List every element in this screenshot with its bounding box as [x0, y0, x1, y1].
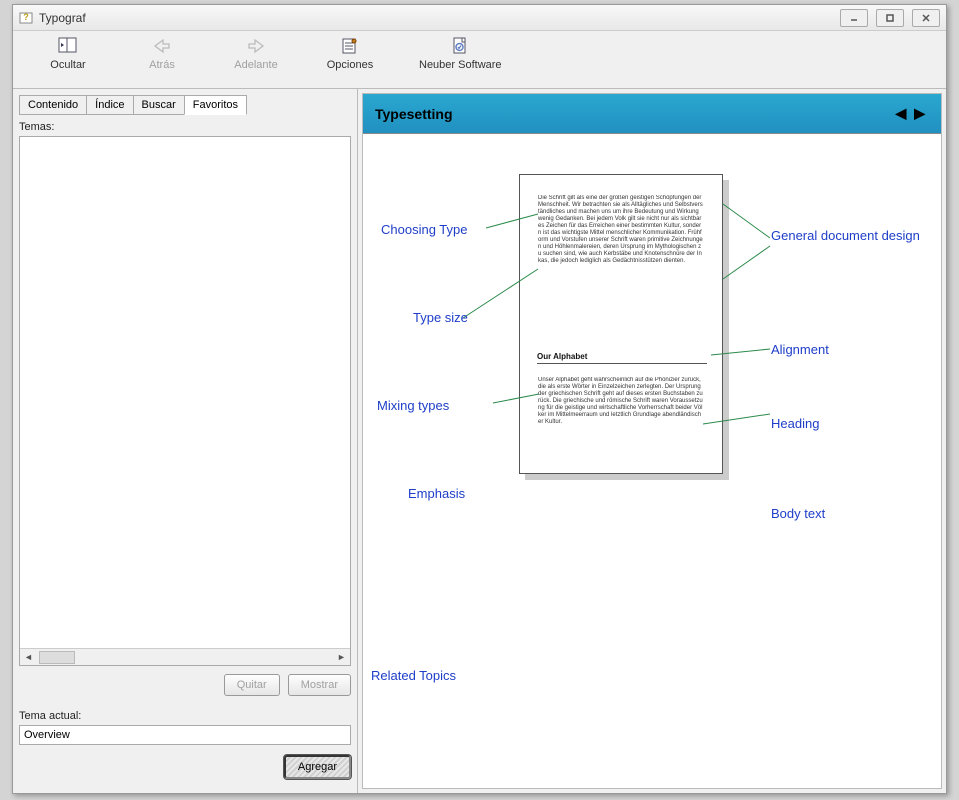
scroll-thumb[interactable]: [39, 651, 75, 664]
svg-text:?: ?: [23, 12, 29, 22]
nav-pane: Contenido Índice Buscar Favoritos Temas:…: [13, 89, 358, 793]
callout-choosing-type[interactable]: Choosing Type: [381, 222, 468, 237]
app-window: ? Typograf Ocultar: [12, 4, 947, 794]
back-button[interactable]: Atrás: [137, 35, 187, 71]
callout-type-size[interactable]: Type size: [413, 310, 468, 325]
page-preview: Die Schrift gilt als eine der großen gei…: [519, 174, 723, 474]
preview-subheading: Our Alphabet: [537, 352, 707, 361]
back-label: Atrás: [149, 59, 175, 71]
close-icon: [921, 13, 931, 23]
forward-arrow-icon: [245, 35, 267, 57]
callout-alignment[interactable]: Alignment: [771, 342, 829, 357]
next-page-arrow[interactable]: ▶: [910, 105, 929, 122]
close-button[interactable]: [912, 9, 940, 27]
body-split: Contenido Índice Buscar Favoritos Temas:…: [13, 89, 946, 793]
tab-search[interactable]: Buscar: [133, 95, 185, 115]
topics-listbox[interactable]: ◄ ►: [19, 136, 351, 666]
hide-nav-button[interactable]: Ocultar: [43, 35, 93, 71]
favorites-panel: Temas: ◄ ► Quitar Mostrar Tema actual:: [19, 115, 351, 787]
window-title: Typograf: [39, 11, 840, 25]
add-button[interactable]: Agregar: [284, 755, 351, 779]
titlebar: ? Typograf: [13, 5, 946, 31]
callout-general-design[interactable]: General document design: [771, 228, 921, 243]
tab-favorites[interactable]: Favoritos: [184, 95, 247, 115]
current-topic-input[interactable]: [19, 725, 351, 745]
minimize-button[interactable]: [840, 9, 868, 27]
horizontal-scrollbar[interactable]: ◄ ►: [20, 648, 350, 665]
callout-body-text[interactable]: Body text: [771, 506, 825, 521]
options-button[interactable]: Opciones: [325, 35, 375, 71]
vendor-label: Neuber Software: [419, 59, 502, 71]
options-label: Opciones: [327, 59, 373, 71]
diagram: Die Schrift gilt als eine der großen gei…: [363, 134, 941, 788]
maximize-icon: [885, 13, 895, 23]
help-icon: ?: [19, 10, 35, 26]
hide-icon: [57, 35, 79, 57]
content-body: Die Schrift gilt als eine der großen gei…: [363, 134, 941, 788]
options-icon: [339, 35, 361, 57]
callout-heading[interactable]: Heading: [771, 416, 819, 431]
maximize-button[interactable]: [876, 9, 904, 27]
scroll-right-arrow[interactable]: ►: [333, 652, 350, 662]
vendor-button[interactable]: Neuber Software: [419, 35, 502, 71]
hide-label: Ocultar: [50, 59, 85, 71]
tab-index[interactable]: Índice: [86, 95, 133, 115]
preview-para-2: Unser Alphabet geht wahrscheinlich auf d…: [538, 377, 704, 426]
scroll-left-arrow[interactable]: ◄: [20, 652, 37, 662]
preview-para-1: Die Schrift gilt als eine der großen gei…: [538, 195, 704, 265]
display-button[interactable]: Mostrar: [288, 674, 351, 696]
topics-label: Temas:: [19, 121, 351, 133]
document-icon: [449, 35, 471, 57]
callout-emphasis[interactable]: Emphasis: [408, 486, 465, 501]
page-title: Typesetting: [375, 106, 453, 122]
prev-page-arrow[interactable]: ◀: [891, 105, 910, 122]
minimize-icon: [849, 13, 859, 23]
forward-label: Adelante: [234, 59, 277, 71]
callout-mixing-types[interactable]: Mixing types: [377, 398, 449, 413]
window-controls: [840, 9, 940, 27]
current-topic-label: Tema actual:: [19, 710, 351, 722]
content-header: Typesetting ◀ ▶: [363, 94, 941, 134]
toolbar: Ocultar Atrás Adelante Opciones: [13, 31, 946, 89]
nav-tabs: Contenido Índice Buscar Favoritos: [19, 95, 351, 115]
tab-contents[interactable]: Contenido: [19, 95, 87, 115]
forward-button[interactable]: Adelante: [231, 35, 281, 71]
remove-button[interactable]: Quitar: [224, 674, 280, 696]
content-pane: Typesetting ◀ ▶ Die Schrift gilt als ein…: [362, 93, 942, 789]
back-arrow-icon: [151, 35, 173, 57]
related-topics-link[interactable]: Related Topics: [371, 668, 456, 683]
